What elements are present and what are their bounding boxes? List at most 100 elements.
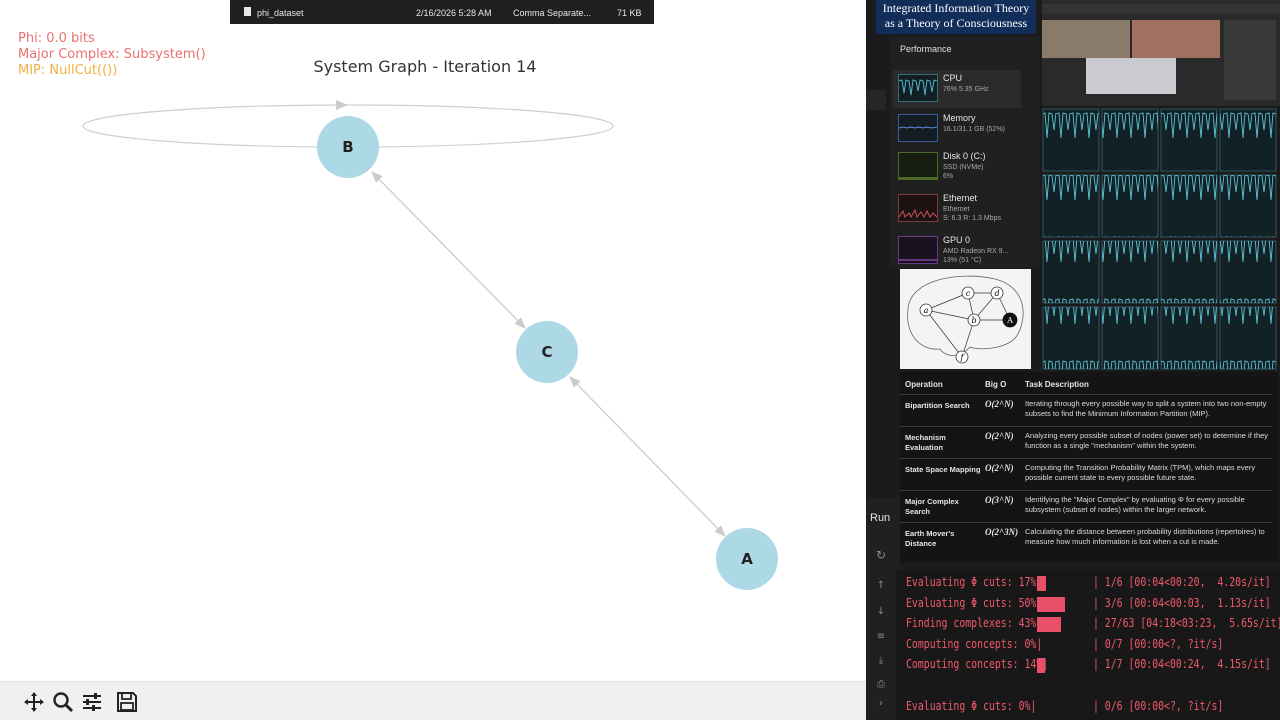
progress-label: Computing concepts: [906, 657, 1019, 671]
table-row: State Space Mapping O(2^N) Computing the… [900, 458, 1272, 491]
bigo-cell: O(2^N) [985, 431, 1014, 441]
perf-sub: SSD (NVMe) 6% [943, 164, 984, 180]
video-participant-2 [1132, 20, 1220, 58]
progress-stats: | 1/6 [00:04<00:20, 4.20s/it] [1092, 575, 1271, 589]
plot-toolbar [0, 681, 866, 720]
edge-b-c [371, 171, 526, 329]
perf-item-cpu[interactable]: CPU 76% 5.35 GHz [893, 70, 1021, 108]
terminal-line: Finding complexes: 43%|| 27/63 [04:18<03… [906, 616, 1280, 630]
perf-name: Disk 0 (C:) [943, 151, 986, 161]
progress-bar-fill [1037, 658, 1045, 673]
diagram-label: A [1006, 316, 1013, 325]
perf-name: CPU [943, 73, 963, 83]
progress-bar-fill [1037, 617, 1061, 632]
diagram-label: a [924, 306, 929, 315]
progress-label: Evaluating Φ cuts: [906, 575, 1013, 589]
bigo-cell: O(2^3N) [985, 527, 1019, 537]
diagram-label: c [966, 289, 971, 298]
video-call-thumbnail[interactable] [1042, 0, 1280, 106]
node-a[interactable]: A [716, 528, 778, 590]
file-name: phi_dataset [257, 8, 304, 18]
operation-cell: State Space Mapping [905, 465, 981, 474]
operation-cell: Earth Mover's Distance [905, 529, 955, 548]
description-cell: Computing the Transition Probability Mat… [1025, 463, 1256, 482]
svg-text:B: B [342, 138, 353, 156]
svg-text:C: C [541, 343, 552, 361]
description-cell: Analyzing every possible subset of nodes… [1025, 431, 1269, 450]
print-icon[interactable]: ⎙ [874, 679, 888, 691]
more-icon[interactable]: › [874, 698, 888, 710]
plot-window: B C A Phi: 0.0 bits Major Complex: Subsy… [0, 0, 866, 720]
perf-sub: 16.1/31.1 GB (52%) [943, 126, 1005, 133]
performance-title: Performance [900, 44, 952, 54]
brain-network-diagram: a c d b A f [900, 269, 1031, 369]
table-header-bigo: Big O [985, 380, 1007, 389]
table-row: Mechanism Evaluation O(2^N) Analyzing ev… [900, 426, 1272, 459]
table-row: Earth Mover's Distance O(2^3N) Calculati… [900, 522, 1272, 559]
progress-stats: | 3/6 [00:04<00:03, 1.13s/it] [1092, 596, 1271, 610]
back-arrow-icon[interactable] [0, 694, 4, 708]
file-icon [244, 7, 251, 16]
ethernet-graph-thumb [898, 194, 938, 222]
scroll-end-icon[interactable]: ⤓ [874, 655, 888, 667]
table-row: Major Complex Search O(3^N) Identifying … [900, 490, 1272, 523]
terminal-line: Evaluating Φ cuts: 17%|| 1/6 [00:04<00:2… [906, 575, 1271, 589]
table-header-operation: Operation [905, 380, 943, 389]
video-participant-1 [1042, 20, 1130, 58]
progress-percent: 43% [1018, 616, 1037, 630]
table-header-description: Task Description [1025, 380, 1089, 389]
complexity-table: Operation Big O Task Description Biparti… [900, 372, 1278, 562]
graph-canvas: B C A [82, 100, 778, 590]
bigo-cell: O(2^N) [985, 399, 1014, 409]
table-row: Bipartition Search O(2^N) Iterating thro… [900, 394, 1272, 427]
perf-name: Ethernet [943, 193, 978, 203]
pan-icon[interactable] [22, 690, 46, 714]
rerun-icon[interactable]: ↻ [874, 548, 888, 562]
perf-item-disk[interactable]: Disk 0 (C:) SSD (NVMe) 6% [893, 148, 1021, 186]
video-participant-3 [1086, 58, 1176, 94]
wrap-icon[interactable]: ≡ [874, 631, 888, 643]
node-b[interactable]: B [317, 116, 379, 178]
perf-sub: 76% 5.35 GHz [943, 86, 989, 93]
sidebar-tab[interactable] [866, 90, 886, 110]
terminal-line: Evaluating Φ cuts: 0%| | 0/6 [00:00<?, ?i… [906, 699, 1224, 713]
progress-stats: | 1/7 [00:04<00:24, 4.15s/it] [1092, 657, 1271, 671]
progress-stats: | 0/7 [00:00<?, ?it/s] [1092, 637, 1224, 651]
progress-stats: | 0/6 [00:00<?, ?it/s] [1092, 699, 1224, 713]
description-cell: Identifying the "Major Complex" by evalu… [1025, 495, 1245, 514]
progress-stats: | 27/63 [04:18<03:23, 5.65s/it] [1092, 616, 1280, 630]
banner-line-1: Integrated Information Theory [882, 1, 1030, 15]
bigo-cell: O(2^N) [985, 463, 1014, 473]
cpu-core-graphs [1042, 108, 1278, 370]
zoom-icon[interactable] [51, 690, 75, 714]
phi-value-text: Phi: 0.0 bits [18, 31, 95, 46]
svg-text:A: A [741, 550, 753, 568]
file-type: Comma Separate... [513, 8, 592, 18]
cpu-graph-thumb [898, 74, 938, 102]
node-c[interactable]: C [516, 321, 578, 383]
diagram-label: b [971, 316, 976, 325]
operation-cell: Bipartition Search [905, 401, 970, 410]
file-explorer-row[interactable]: phi_dataset 2/16/2026 5:28 AM Comma Sepa… [230, 0, 654, 24]
bigo-cell: O(3^N) [985, 495, 1014, 505]
progress-percent: 0% [1024, 637, 1037, 651]
configure-icon[interactable] [80, 690, 104, 714]
progress-label: Evaluating Φ cuts: [906, 699, 1013, 713]
perf-item-gpu[interactable]: GPU 0 AMD Radeon RX 9... 13% (51 °C) [893, 232, 1021, 270]
operation-cell: Major Complex Search [905, 497, 959, 516]
scroll-down-icon[interactable]: ↓ [874, 606, 888, 618]
perf-item-memory[interactable]: Memory 16.1/31.1 GB (52%) [893, 110, 1021, 148]
save-icon[interactable] [115, 690, 139, 714]
progress-percent: 0% [1018, 699, 1031, 713]
perf-name: Memory [943, 113, 976, 123]
terminal-line: Computing concepts: 14%| | 1/7 [00:04<00:… [906, 657, 1271, 671]
progress-label: Evaluating Φ cuts: [906, 596, 1013, 610]
graph-title: System Graph - Iteration 14 [313, 57, 537, 76]
perf-sub: Ethernet S: 6.3 R: 1.3 Mbps [943, 206, 1001, 222]
video-sidebar [1224, 20, 1276, 100]
run-tab[interactable]: Run [870, 512, 890, 524]
progress-bar-fill [1037, 576, 1046, 591]
scroll-up-icon[interactable]: ↑ [874, 580, 888, 592]
perf-item-ethernet[interactable]: Ethernet Ethernet S: 6.3 R: 1.3 Mbps [893, 190, 1021, 228]
description-cell: Calculating the distance between probabi… [1025, 527, 1265, 546]
